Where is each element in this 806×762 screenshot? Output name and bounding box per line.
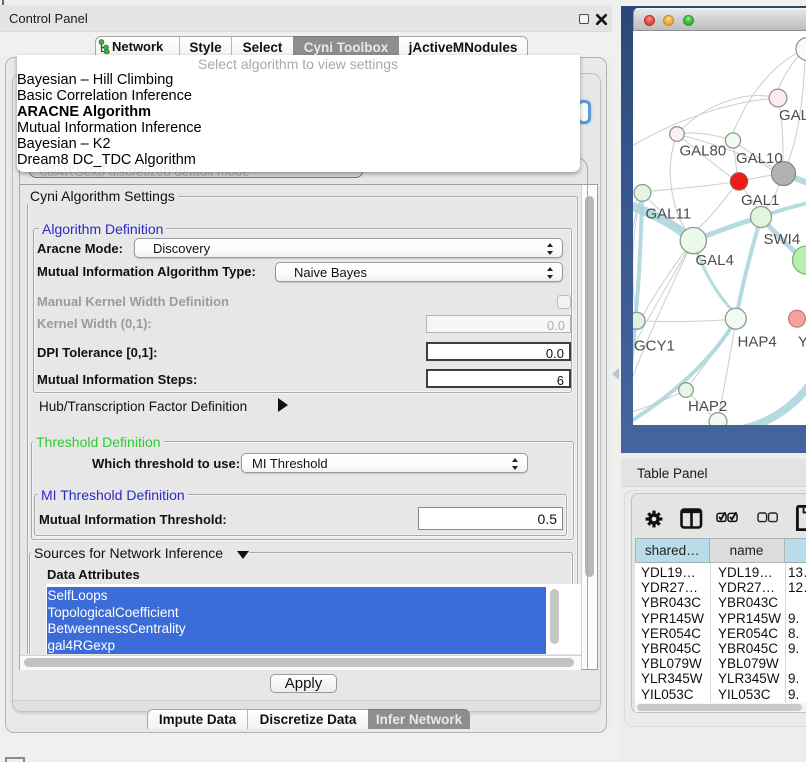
svg-text:GAL80: GAL80 (680, 143, 727, 160)
svg-text:HAP2: HAP2 (688, 398, 727, 415)
svg-text:GAL4: GAL4 (696, 252, 734, 269)
svg-text:GAL10: GAL10 (736, 150, 783, 167)
svg-text:GCY1: GCY1 (634, 338, 675, 355)
svg-text:GAL7: GAL7 (779, 107, 806, 124)
svg-text:SWI4: SWI4 (764, 231, 801, 248)
svg-text:HAP4: HAP4 (738, 334, 777, 351)
svg-text:GAL11: GAL11 (646, 206, 692, 223)
svg-text:GAL1: GAL1 (741, 192, 779, 209)
svg-text:Y: Y (798, 334, 806, 351)
